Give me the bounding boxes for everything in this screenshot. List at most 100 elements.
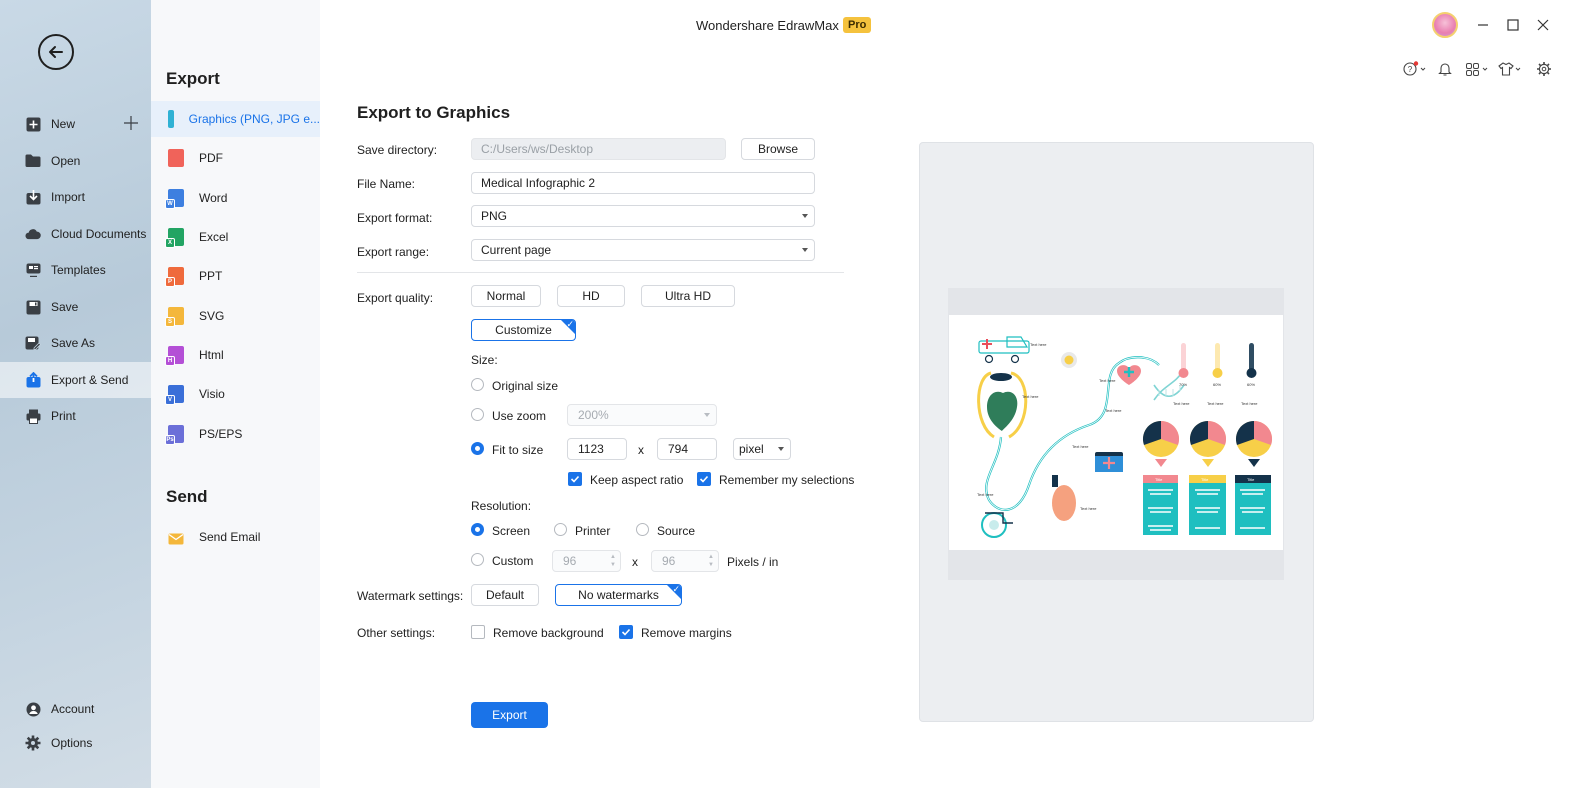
export-format-select[interactable]: PNG: [471, 205, 815, 227]
new-plus-button[interactable]: [122, 114, 140, 132]
save-icon: [25, 299, 41, 315]
ps-file-icon: Ps: [165, 425, 184, 445]
sub-item-graphics-png-jpg-e[interactable]: Graphics (PNG, JPG e...: [151, 101, 320, 137]
preview-text: Text here: [1030, 342, 1047, 347]
preview-text: Text here: [1022, 394, 1039, 399]
minimize-button[interactable]: [1472, 14, 1494, 36]
close-button[interactable]: [1532, 14, 1554, 36]
watermark-default-button[interactable]: Default: [471, 584, 539, 606]
export-range-select[interactable]: Current page: [471, 239, 815, 261]
html-file-icon: H: [165, 346, 184, 366]
sub-item-pdf[interactable]: PDF: [151, 140, 320, 176]
zoom-select: 200%: [567, 404, 717, 426]
chevron-down-icon: [802, 248, 808, 252]
use-zoom-radio[interactable]: [471, 408, 484, 421]
nav-item-label: Account: [51, 702, 95, 716]
page-title: Export to Graphics: [357, 103, 511, 122]
keep-aspect-checkbox[interactable]: [568, 472, 582, 486]
sub-item-label: SVG: [199, 309, 225, 323]
help-icon: ?: [1403, 61, 1426, 76]
unit-select[interactable]: pixel: [733, 438, 791, 460]
export-button[interactable]: Export: [471, 702, 548, 728]
nav-item-print[interactable]: Print: [0, 398, 151, 434]
nav-item-open[interactable]: Open: [0, 143, 151, 179]
sub-item-send-email[interactable]: Send Email: [151, 519, 320, 555]
settings-button[interactable]: [1536, 60, 1552, 78]
back-button[interactable]: [38, 34, 74, 70]
original-size-radio[interactable]: [471, 378, 484, 391]
chevron-down-icon: [778, 447, 784, 451]
preview-text: Text here: [1207, 401, 1224, 406]
watermark-label: Watermark settings:: [357, 589, 464, 603]
preview-text: 60%: [1247, 382, 1255, 387]
plus-icon: [124, 116, 138, 130]
quality-hd-button[interactable]: HD: [557, 285, 625, 307]
preview-image: Text here Text here Text here Text here …: [949, 315, 1283, 550]
help-button[interactable]: ?: [1402, 60, 1426, 78]
nav-item-import[interactable]: Import: [0, 179, 151, 215]
preview-text: 70%: [1179, 382, 1187, 387]
nav-item-options[interactable]: Options: [0, 725, 151, 761]
nav-item-label: Import: [51, 190, 86, 204]
shirt-icon: [1498, 62, 1521, 76]
nav-item-templates[interactable]: Templates: [0, 252, 151, 288]
remove-background-label: Remove background: [493, 626, 604, 640]
sub-item-visio[interactable]: V Visio: [151, 376, 320, 412]
nav-item-label: Templates: [51, 263, 106, 277]
other-settings-label: Other settings:: [357, 626, 436, 640]
sub-item-svg[interactable]: S SVG: [151, 298, 320, 334]
printer-radio[interactable]: [554, 523, 567, 536]
screen-radio[interactable]: [471, 523, 484, 536]
medical-infographic-thumbnail: Text here Text here Text here Text here …: [977, 336, 1273, 538]
sub-item-ppt[interactable]: P PPT: [151, 258, 320, 294]
remove-background-checkbox[interactable]: [471, 625, 485, 639]
preview-text: Text here: [977, 492, 994, 497]
nav-item-save-as[interactable]: Save As: [0, 325, 151, 361]
resolution-label: Resolution:: [471, 499, 532, 513]
svg-text:?: ?: [1408, 65, 1413, 74]
nav-item-export-send[interactable]: Export & Send: [0, 362, 151, 398]
preview-text: Title: [1247, 477, 1255, 482]
close-icon: [1537, 19, 1549, 31]
no-watermarks-button[interactable]: No watermarks ✓: [555, 584, 682, 606]
source-radio[interactable]: [636, 523, 649, 536]
res-y-value: 96: [662, 554, 676, 568]
custom-radio[interactable]: [471, 553, 484, 566]
save-as-icon: [25, 335, 41, 351]
keep-aspect-label: Keep aspect ratio: [590, 473, 684, 487]
nav-item-cloud-documents[interactable]: Cloud Documents: [0, 216, 151, 252]
file-name-label: File Name:: [357, 177, 416, 191]
width-input[interactable]: 1123: [567, 438, 627, 460]
remove-margins-checkbox[interactable]: [619, 625, 633, 639]
sub-item-word[interactable]: W Word: [151, 180, 320, 216]
fit-to-size-radio[interactable]: [471, 442, 484, 455]
save-directory-field: C:/Users/ws/Desktop: [471, 138, 726, 160]
quality-customize-button[interactable]: Customize ✓: [471, 319, 576, 341]
apps-button[interactable]: [1465, 60, 1491, 78]
export-icon: [25, 372, 41, 388]
browse-button[interactable]: Browse: [741, 138, 815, 160]
sub-item-excel[interactable]: X Excel: [151, 219, 320, 255]
preview-text: Text here: [1099, 378, 1116, 383]
nav-item-save[interactable]: Save: [0, 289, 151, 325]
nav-item-account[interactable]: Account: [0, 691, 151, 727]
gear-icon: [25, 735, 41, 751]
height-value: 794: [668, 442, 689, 456]
sub-item-ps-eps[interactable]: Ps PS/EPS: [151, 416, 320, 452]
quality-normal-button[interactable]: Normal: [471, 285, 541, 307]
remember-selections-label: Remember my selections: [719, 473, 855, 487]
file-name-input[interactable]: Medical Infographic 2: [471, 172, 815, 194]
maximize-button[interactable]: [1502, 14, 1524, 36]
quality-ultra-hd-button[interactable]: Ultra HD: [641, 285, 735, 307]
export-range-value: Current page: [481, 243, 552, 257]
printer-label: Printer: [575, 524, 611, 538]
theme-button[interactable]: [1498, 60, 1524, 78]
cloud-icon: [25, 226, 41, 242]
notifications-button[interactable]: [1438, 60, 1452, 78]
send-heading: Send: [166, 487, 208, 506]
bell-icon: [1438, 63, 1452, 76]
remember-selections-checkbox[interactable]: [697, 472, 711, 486]
height-input[interactable]: 794: [657, 438, 717, 460]
sub-item-html[interactable]: H Html: [151, 337, 320, 373]
avatar[interactable]: [1432, 12, 1458, 38]
